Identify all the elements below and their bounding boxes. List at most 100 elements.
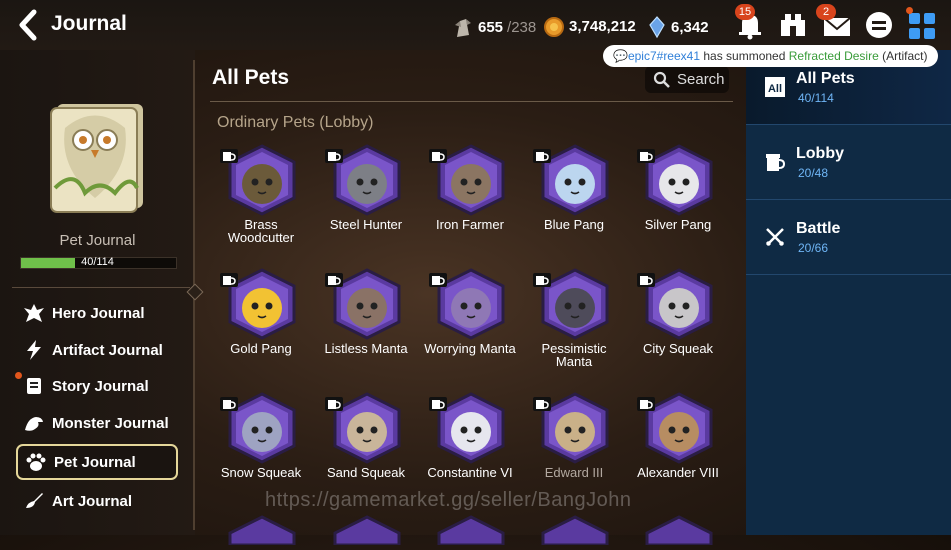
- pet-card-partial[interactable]: [641, 515, 717, 547]
- guild-button[interactable]: [776, 8, 810, 42]
- lobby-mug-icon: [533, 397, 551, 411]
- lobby-mug-icon: [325, 149, 343, 163]
- mail-button[interactable]: 2: [816, 4, 854, 42]
- back-arrow-icon[interactable]: [14, 8, 44, 42]
- stamina-cap: /238: [507, 18, 537, 36]
- notification-button[interactable]: 15: [733, 4, 767, 42]
- mug-icon: [766, 154, 786, 171]
- hero-icon: [24, 304, 44, 322]
- pet-card[interactable]: Sand Squeak: [314, 392, 418, 502]
- search-icon: [653, 71, 670, 88]
- chat-button[interactable]: [862, 8, 896, 42]
- menu-monster-journal[interactable]: Monster Journal: [16, 407, 178, 439]
- pet-card[interactable]: Steel Hunter: [314, 144, 418, 254]
- menu-story-journal[interactable]: Story Journal: [15, 370, 178, 402]
- pet-card[interactable]: Alexander VIII: [626, 392, 730, 502]
- pet-name: Iron Farmer: [436, 217, 504, 232]
- pet-card-partial[interactable]: [537, 515, 613, 547]
- pet-card[interactable]: Listless Manta: [314, 268, 418, 378]
- pet-name: Alexander VIII: [637, 465, 719, 480]
- menu-grid-button[interactable]: [905, 7, 939, 42]
- lobby-mug-icon: [220, 149, 238, 163]
- pet-card-partial[interactable]: [433, 515, 509, 547]
- top-bar: Journal 655/238 3,748,212 6,342 15 2: [0, 0, 951, 50]
- tab-battle[interactable]: Battle 20/66: [746, 200, 951, 275]
- pet-card[interactable]: Constantine VI: [418, 392, 522, 502]
- tab-count: 20/66: [798, 241, 829, 255]
- pet-name: Pessimistic Manta: [541, 341, 607, 369]
- lightning-icon: [27, 340, 41, 360]
- pet-name: Listless Manta: [324, 341, 408, 356]
- summon-notification[interactable]: 💬epic7#reex41 has summoned Refracted Des…: [603, 45, 938, 67]
- category-heading: Ordinary Pets (Lobby): [217, 114, 374, 131]
- crossed-swords-icon: [765, 228, 785, 247]
- pet-card[interactable]: Edward III: [522, 392, 626, 502]
- pet-card[interactable]: Gold Pang: [209, 268, 313, 378]
- pet-name: Edward III: [544, 465, 604, 480]
- pet-card[interactable]: City Squeak: [626, 268, 730, 378]
- notice-suffix: (Artifact): [878, 49, 928, 63]
- guild-icon: [781, 14, 805, 36]
- stamina-icon: [455, 19, 471, 37]
- left-divider: [12, 287, 190, 288]
- chat-icon: [866, 12, 892, 38]
- notice-item: Refracted Desire: [788, 49, 879, 63]
- menu-hero-journal[interactable]: Hero Journal: [16, 297, 178, 329]
- new-dot: [15, 372, 22, 379]
- menu-artifact-journal[interactable]: Artifact Journal: [16, 334, 178, 366]
- tab-lobby[interactable]: Lobby 20/48: [746, 125, 951, 200]
- left-panel: Pet Journal 40/114 Hero Journal Artifact…: [0, 50, 195, 535]
- lobby-mug-icon: [429, 273, 447, 287]
- lobby-mug-icon: [325, 397, 343, 411]
- tab-name: Lobby: [796, 145, 844, 162]
- crystal-display[interactable]: 6,342: [647, 15, 709, 39]
- paw-icon: [26, 453, 46, 471]
- pet-card[interactable]: Iron Farmer: [418, 144, 522, 254]
- menu-pet-journal[interactable]: Pet Journal: [16, 444, 178, 480]
- menu-label: Story Journal: [52, 377, 149, 395]
- svg-text:All: All: [768, 83, 782, 95]
- lobby-mug-icon: [325, 273, 343, 287]
- stamina-display[interactable]: 655/238: [452, 15, 536, 39]
- search-button[interactable]: Search: [645, 66, 729, 93]
- search-label: Search: [677, 71, 725, 88]
- section-title: All Pets: [212, 66, 290, 89]
- lobby-mug-icon: [637, 397, 655, 411]
- watermark-text: https://gamemarket.gg/seller/BangJohn: [265, 489, 632, 511]
- pet-card[interactable]: Silver Pang: [626, 144, 730, 254]
- lobby-mug-icon: [220, 273, 238, 287]
- pet-name: Steel Hunter: [329, 217, 403, 232]
- pet-card[interactable]: Snow Squeak: [209, 392, 313, 502]
- pet-card[interactable]: Blue Pang: [522, 144, 626, 254]
- crystal-value: 6,342: [671, 18, 709, 36]
- pet-card[interactable]: Worrying Manta: [418, 268, 522, 378]
- title-underline: [210, 101, 733, 102]
- journal-progress-text: 40/114: [81, 256, 114, 268]
- journal-label: Pet Journal: [59, 232, 136, 249]
- crystal-icon: [649, 16, 665, 39]
- pet-journal-book-icon: [50, 104, 143, 213]
- menu-label: Hero Journal: [52, 304, 145, 322]
- all-icon: All: [765, 77, 785, 97]
- notification-badge: 15: [735, 4, 755, 20]
- pet-card[interactable]: Pessimistic Manta: [522, 268, 626, 378]
- notice-user: epic7#reex41: [627, 49, 701, 63]
- pet-card[interactable]: Brass Woodcutter: [209, 144, 313, 254]
- pet-card-partial[interactable]: [329, 515, 405, 547]
- tab-name: Battle: [796, 220, 841, 237]
- menu-art-journal[interactable]: Art Journal: [16, 485, 178, 517]
- gold-display[interactable]: 3,748,212: [543, 15, 636, 37]
- pet-name: Silver Pang: [644, 217, 712, 232]
- lobby-mug-icon: [220, 397, 238, 411]
- lobby-mug-icon: [533, 149, 551, 163]
- lobby-mug-icon: [429, 397, 447, 411]
- lobby-mug-icon: [533, 273, 551, 287]
- pet-card-partial[interactable]: [224, 515, 300, 547]
- tab-count: 20/48: [798, 166, 829, 180]
- scroll-icon: [27, 378, 41, 394]
- pet-name: Constantine VI: [427, 465, 513, 480]
- pet-name: Snow Squeak: [220, 465, 302, 480]
- brush-icon: [26, 493, 43, 508]
- menu-label: Monster Journal: [52, 414, 169, 432]
- lobby-mug-icon: [637, 273, 655, 287]
